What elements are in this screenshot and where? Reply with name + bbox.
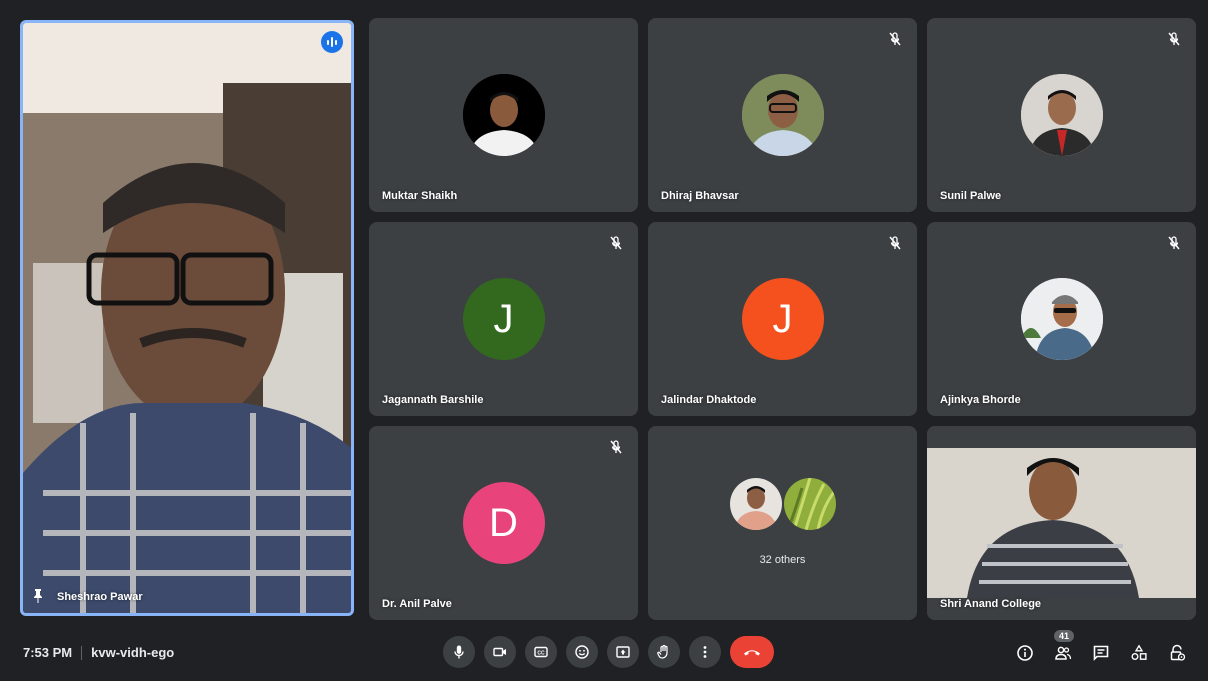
call-controls: CC	[443, 636, 774, 668]
participant-name: Dhiraj Bhavsar	[661, 190, 739, 202]
info-button[interactable]	[1008, 636, 1042, 670]
avatar: D	[462, 482, 545, 564]
more-options-icon	[703, 646, 707, 658]
host-controls-icon	[1170, 644, 1186, 661]
side-panel-controls: 41	[1008, 630, 1194, 670]
mic-off-icon	[1168, 32, 1180, 46]
avatar-letter: J	[493, 296, 514, 341]
chat-button[interactable]	[1084, 636, 1118, 670]
present-button[interactable]	[607, 636, 639, 668]
svg-text:CC: CC	[537, 650, 545, 656]
main-speaker-tile[interactable]: Sheshrao Pawar	[20, 20, 354, 616]
participant-name: Muktar Shaikh	[382, 190, 458, 202]
bottom-toolbar: 7:53 PM kvw-vidh-ego CC 41	[0, 627, 1208, 681]
mic-off-icon	[889, 32, 901, 46]
emoji-icon	[575, 645, 589, 659]
video-grid: Sheshrao Pawar Muktar Shaikh Dhiraj Bhav…	[0, 0, 1208, 627]
participant-tile[interactable]: J Jagannath Barshile	[369, 222, 638, 416]
participant-video	[927, 426, 1196, 620]
participant-name: Shri Anand College	[940, 598, 1042, 610]
avatar-letter: D	[489, 500, 518, 545]
mic-off-icon	[889, 236, 901, 250]
mic-off-icon	[1168, 236, 1180, 250]
avatar	[729, 478, 782, 530]
participant-name: Sunil Palwe	[940, 190, 1002, 202]
others-tile[interactable]: 32 others	[648, 426, 917, 620]
main-speaker-name: Sheshrao Pawar	[57, 591, 143, 603]
raise-hand-button[interactable]	[648, 636, 680, 668]
avatar	[1020, 74, 1103, 156]
end-call-icon	[744, 650, 760, 656]
avatar	[783, 478, 836, 530]
divider	[81, 645, 83, 660]
mic-icon	[454, 645, 464, 659]
mic-off-icon	[610, 440, 622, 454]
avatar-letter: J	[772, 296, 793, 341]
host-controls-button[interactable]	[1160, 636, 1194, 670]
meeting-time: 7:53 PM	[23, 645, 73, 660]
mic-button[interactable]	[443, 636, 475, 668]
raise-hand-icon	[657, 644, 668, 659]
info-icon	[1017, 645, 1033, 661]
activities-icon	[1131, 644, 1147, 660]
people-icon	[1055, 646, 1072, 660]
camera-icon	[493, 647, 506, 657]
participant-tile[interactable]: Shri Anand College	[927, 426, 1196, 620]
speaker-video	[23, 23, 351, 613]
mic-off-icon	[610, 236, 622, 250]
participant-name: Dr. Anil Palve	[382, 598, 452, 610]
others-avatars	[729, 478, 836, 530]
participant-name: Jagannath Barshile	[382, 394, 484, 406]
speaking-indicator-icon	[321, 31, 343, 53]
meeting-info: 7:53 PM kvw-vidh-ego	[23, 645, 174, 660]
participant-tile[interactable]: Dhiraj Bhavsar	[648, 18, 917, 212]
avatar: J	[741, 278, 824, 360]
participant-tile[interactable]: J Jalindar Dhaktode	[648, 222, 917, 416]
meeting-code: kvw-vidh-ego	[91, 645, 175, 660]
activities-button[interactable]	[1122, 636, 1156, 670]
participant-name: Jalindar Dhaktode	[661, 394, 757, 406]
participant-tile[interactable]: Ajinkya Bhorde	[927, 222, 1196, 416]
emoji-button[interactable]	[566, 636, 598, 668]
avatar	[1020, 278, 1103, 360]
camera-button[interactable]	[484, 636, 516, 668]
people-button[interactable]: 41	[1046, 630, 1080, 670]
captions-button[interactable]: CC	[525, 636, 557, 668]
present-icon	[616, 646, 630, 658]
participant-name: Ajinkya Bhorde	[940, 394, 1021, 406]
avatar: J	[462, 278, 545, 360]
people-count-badge: 41	[1054, 630, 1075, 642]
chat-icon	[1093, 645, 1109, 661]
end-call-button[interactable]	[730, 636, 774, 668]
more-options-button[interactable]	[689, 636, 721, 668]
pin-icon[interactable]	[32, 589, 44, 603]
others-count-label: 32 others	[759, 554, 806, 566]
avatar	[462, 74, 545, 156]
captions-icon: CC	[534, 646, 548, 658]
participant-tile[interactable]: Muktar Shaikh	[369, 18, 638, 212]
participant-tile[interactable]: Sunil Palwe	[927, 18, 1196, 212]
avatar	[741, 74, 824, 156]
participant-tile[interactable]: D Dr. Anil Palve	[369, 426, 638, 620]
